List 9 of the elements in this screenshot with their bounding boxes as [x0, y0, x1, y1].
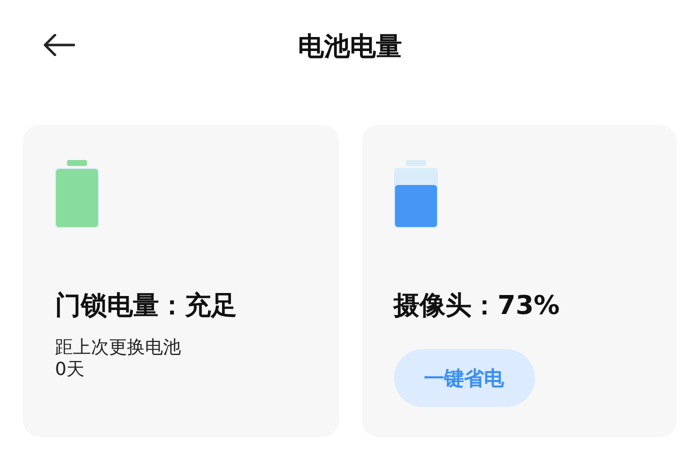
page-title: 电池电量: [298, 30, 402, 64]
power-save-button[interactable]: 一键省电: [394, 349, 534, 407]
back-icon[interactable]: [43, 34, 75, 56]
info-text: 距上次更换电池: [55, 337, 182, 359]
status-heading: 门锁电量：充足: [55, 290, 238, 323]
battery-cap: [67, 160, 87, 166]
info-text: 0天: [55, 359, 86, 381]
battery-cap: [406, 160, 426, 166]
status-heading: 摄像头：73%: [394, 290, 561, 323]
